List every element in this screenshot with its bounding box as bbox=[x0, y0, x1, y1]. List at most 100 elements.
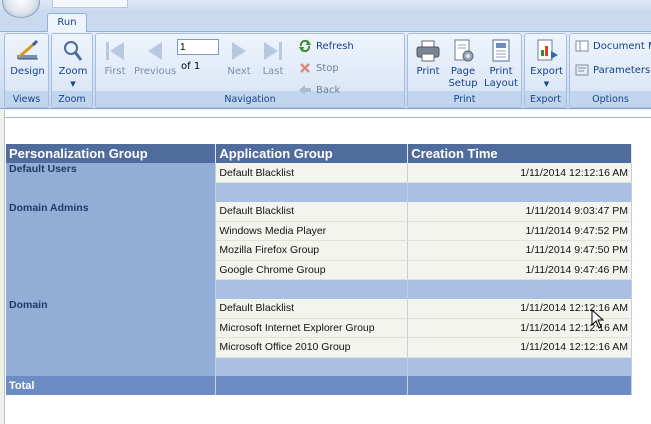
print-layout-button[interactable]: Print Layout bbox=[483, 39, 519, 90]
creation-time-cell: 1/11/2014 9:47:46 PM bbox=[407, 260, 632, 280]
navigation-group-label: Navigation bbox=[224, 94, 276, 105]
header-application-group: Application Group bbox=[215, 144, 409, 163]
application-group-cell: Windows Media Player bbox=[215, 221, 409, 241]
spacer-cell bbox=[215, 182, 409, 202]
design-label: Design bbox=[10, 66, 45, 77]
creation-time-cell: 1/11/2014 12:12:16 AM bbox=[407, 337, 632, 358]
spacer-cell bbox=[215, 357, 409, 376]
page-setup-button[interactable]: Page Setup bbox=[447, 39, 479, 90]
table-row: Domain Default Blacklist 1/11/2014 12:12… bbox=[6, 298, 632, 376]
tab-run[interactable]: Run bbox=[47, 13, 87, 33]
stop-button[interactable]: Stop bbox=[298, 60, 339, 76]
page-number-input[interactable] bbox=[177, 39, 219, 55]
print-layout-icon bbox=[492, 39, 510, 62]
mouse-cursor-icon bbox=[591, 309, 605, 329]
previous-label: Previous bbox=[134, 66, 177, 77]
creation-time-cell: 1/11/2014 9:47:50 PM bbox=[407, 240, 632, 261]
print-label: Print bbox=[416, 66, 440, 77]
creation-time-cell: 1/11/2014 9:47:52 PM bbox=[407, 221, 632, 241]
options-group: Document Ma Parameters Options bbox=[569, 33, 651, 108]
refresh-icon bbox=[299, 39, 311, 53]
parameters-button[interactable]: Parameters bbox=[575, 62, 650, 78]
application-group-cell: Google Chrome Group bbox=[215, 260, 409, 280]
spacer-cell bbox=[215, 279, 409, 299]
print-group: Print Page Setup Print Layout Print bbox=[407, 33, 522, 108]
zoom-group-label: Zoom bbox=[58, 94, 86, 105]
report-table: Personalization Group Application Group … bbox=[6, 144, 632, 395]
ribbon: Design Views Zoom ▼ Zoom First Previous … bbox=[0, 32, 651, 109]
application-group-cell: Default Blacklist bbox=[215, 298, 409, 319]
spacer-cell bbox=[407, 279, 632, 299]
export-icon bbox=[537, 39, 558, 61]
document-map-icon bbox=[575, 40, 589, 52]
chevron-down-icon: ▼ bbox=[543, 80, 550, 88]
document-map-button[interactable]: Document Ma bbox=[575, 38, 651, 54]
chevron-down-icon: ▼ bbox=[70, 80, 76, 88]
navigation-group: First Previous Next Last Refresh Stop Ba… bbox=[95, 33, 405, 108]
print-layout-label-2: Layout bbox=[484, 78, 518, 89]
document-map-label: Document Ma bbox=[593, 40, 651, 52]
first-label: First bbox=[104, 66, 126, 77]
zoom-button[interactable]: Zoom ▼ bbox=[56, 39, 90, 90]
total-application-cell bbox=[215, 376, 409, 395]
refresh-button[interactable]: Refresh bbox=[298, 38, 354, 54]
previous-page-icon bbox=[148, 42, 162, 60]
total-row: Total bbox=[6, 376, 632, 395]
personalization-group-cell: Default Users bbox=[6, 163, 217, 202]
last-page-icon bbox=[264, 42, 282, 60]
first-button[interactable]: First bbox=[99, 39, 131, 78]
page-count-text: of 1 bbox=[181, 61, 201, 72]
application-group-cell: Default Blacklist bbox=[215, 163, 409, 183]
views-group-label: Views bbox=[12, 94, 41, 105]
next-button[interactable]: Next bbox=[226, 39, 252, 78]
application-group-cell: Mozilla Firefox Group bbox=[215, 240, 409, 261]
first-page-icon bbox=[106, 42, 124, 60]
parameters-label: Parameters bbox=[593, 64, 651, 76]
page-setup-label-2: Setup bbox=[448, 78, 478, 89]
page-setup-label-1: Page bbox=[450, 66, 476, 77]
table-row: Domain Admins Default Blacklist 1/11/201… bbox=[6, 201, 632, 299]
last-button[interactable]: Last bbox=[259, 39, 287, 78]
header-personalization-group: Personalization Group bbox=[6, 144, 217, 163]
header-creation-time: Creation Time bbox=[407, 144, 632, 163]
views-group: Design Views bbox=[4, 33, 49, 108]
export-button[interactable]: Export ▼ bbox=[529, 39, 564, 90]
creation-time-cell: 1/11/2014 9:03:47 PM bbox=[407, 201, 632, 222]
zoom-group: Zoom ▼ Zoom bbox=[51, 33, 93, 108]
spacer-cell bbox=[407, 182, 632, 202]
report-header-row: Personalization Group Application Group … bbox=[6, 144, 632, 163]
total-time-cell bbox=[407, 376, 632, 395]
magnifier-icon bbox=[64, 41, 83, 61]
table-row: Default Users Default Blacklist 1/11/201… bbox=[6, 163, 632, 202]
export-group: Export ▼ Export bbox=[524, 33, 567, 108]
next-label: Next bbox=[227, 66, 251, 77]
page-setup-icon bbox=[454, 39, 474, 62]
creation-time-cell: 1/11/2014 12:12:16 AM bbox=[407, 163, 632, 183]
printer-icon bbox=[416, 40, 440, 62]
previous-button[interactable]: Previous bbox=[134, 39, 176, 78]
application-group-cell: Default Blacklist bbox=[215, 201, 409, 222]
report-divider bbox=[5, 117, 651, 118]
stop-label: Stop bbox=[316, 62, 339, 74]
quick-access-toolbar[interactable] bbox=[52, 0, 128, 8]
refresh-label: Refresh bbox=[316, 40, 354, 52]
application-group-cell: Microsoft Internet Explorer Group bbox=[215, 318, 409, 338]
design-icon bbox=[16, 39, 38, 60]
stop-icon bbox=[300, 63, 310, 73]
export-label: Export bbox=[530, 66, 563, 77]
last-label: Last bbox=[262, 66, 284, 77]
zoom-label: Zoom bbox=[58, 66, 88, 77]
print-group-label: Print bbox=[453, 94, 476, 105]
options-group-label: Options bbox=[592, 94, 629, 105]
personalization-group-cell: Domain Admins bbox=[6, 201, 217, 299]
personalization-group-cell: Domain bbox=[6, 298, 217, 376]
print-button[interactable]: Print bbox=[413, 39, 443, 78]
next-page-icon bbox=[232, 42, 246, 60]
spacer-cell bbox=[407, 357, 632, 376]
print-layout-label-1: Print bbox=[489, 66, 513, 77]
ribbon-tab-row: Run bbox=[0, 10, 651, 33]
application-group-cell: Microsoft Office 2010 Group bbox=[215, 337, 409, 358]
design-button[interactable]: Design bbox=[10, 39, 45, 78]
total-label: Total bbox=[6, 376, 217, 395]
export-group-label: Export bbox=[529, 94, 562, 105]
